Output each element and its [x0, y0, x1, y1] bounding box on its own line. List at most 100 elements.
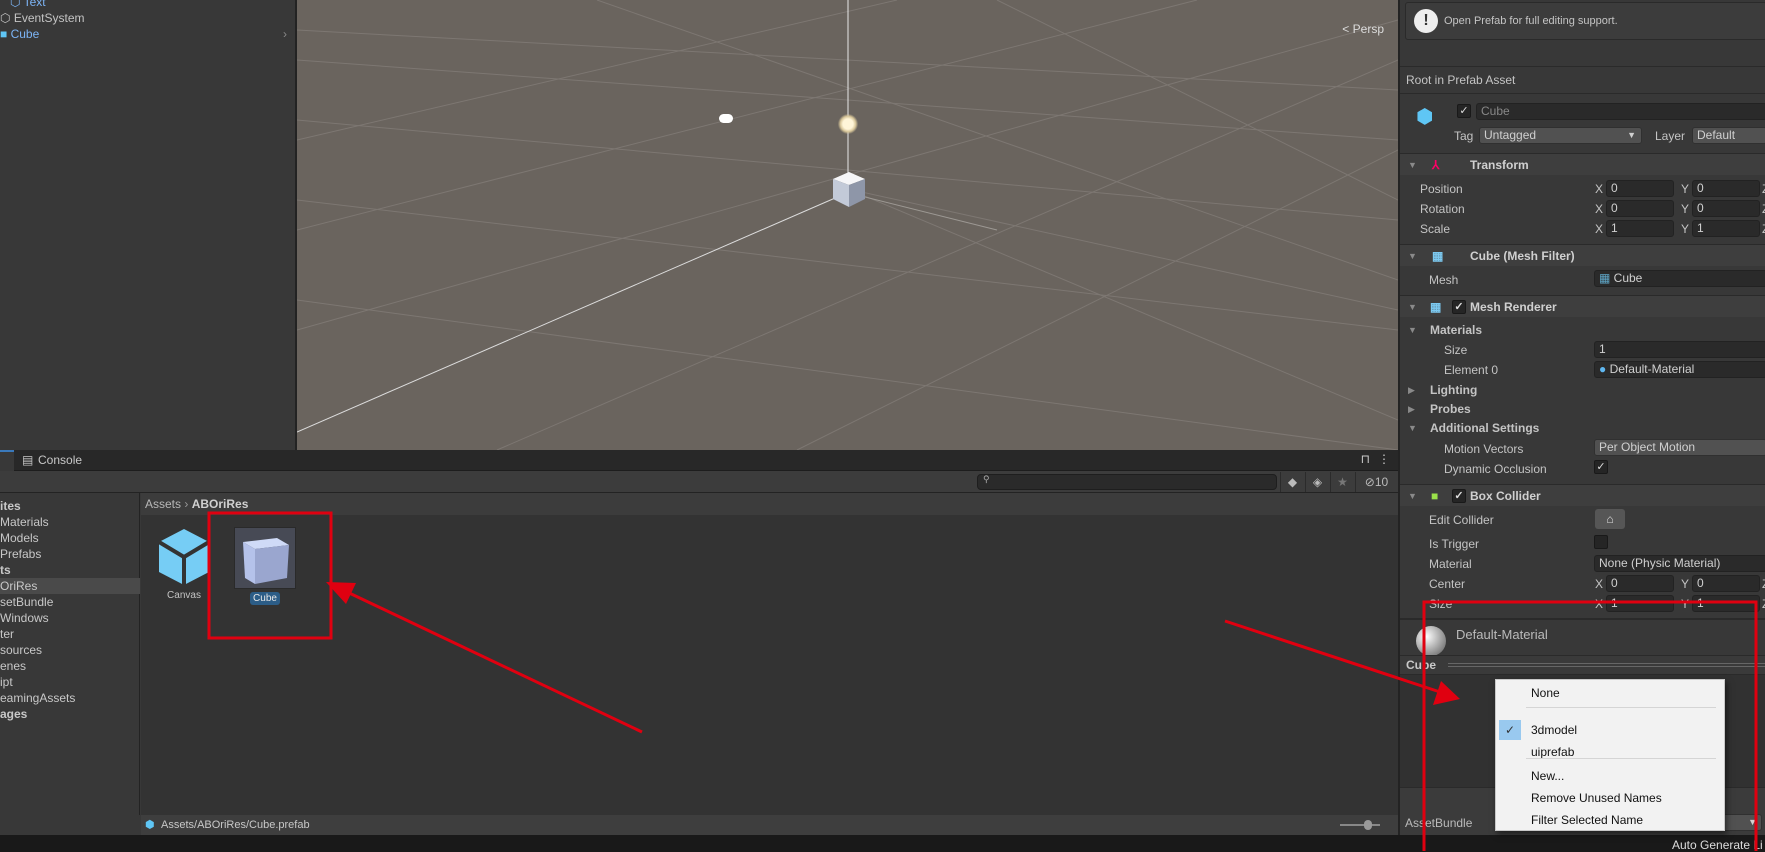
- project-folder-item[interactable]: ter: [0, 626, 140, 642]
- motion-vectors-dropdown[interactable]: Per Object Motion: [1594, 439, 1765, 456]
- project-folder-item[interactable]: enes: [0, 658, 140, 674]
- shapes-icon: ◆: [1287, 475, 1298, 489]
- box-collider-header[interactable]: ▼ ■ ✓ Box Collider: [1400, 484, 1765, 506]
- divider: [1400, 618, 1765, 620]
- more-options-icon[interactable]: ⋮: [1378, 452, 1390, 466]
- project-folder-item[interactable]: Models: [0, 530, 140, 546]
- lock-icon[interactable]: ⊓: [1361, 452, 1370, 466]
- layer-dropdown[interactable]: Default: [1692, 127, 1765, 144]
- project-folder-item[interactable]: OriRes: [0, 578, 140, 594]
- project-folder-item[interactable]: sources: [0, 642, 140, 658]
- breadcrumb-assets[interactable]: Assets: [145, 497, 181, 511]
- additional-settings-foldout[interactable]: Additional Settings: [1430, 421, 1539, 435]
- search-icon: ⚲: [983, 474, 990, 484]
- mesh-field[interactable]: ▦ Cube: [1594, 270, 1765, 287]
- project-panel: ▤ Console ⊓ ⋮ ⚲ ◆ ◈ ★ ⊘10 ites Materials Mo…: [0, 450, 1398, 835]
- project-toolbar: ⚲ ◆ ◈ ★ ⊘10: [0, 471, 1398, 493]
- projection-toggle[interactable]: < Persp: [1342, 22, 1384, 36]
- probes-foldout[interactable]: Probes: [1430, 402, 1471, 416]
- center-label: Center: [1429, 577, 1466, 591]
- position-y-field[interactable]: 0: [1692, 180, 1760, 197]
- chevron-right-icon[interactable]: ›: [283, 26, 287, 42]
- prefab-cube-icon[interactable]: ⬢: [1416, 104, 1433, 129]
- materials-size-field[interactable]: 1: [1594, 341, 1765, 358]
- size-x-field[interactable]: 1: [1606, 595, 1674, 612]
- is-trigger-checkbox[interactable]: [1594, 535, 1608, 549]
- menu-item-new[interactable]: New...: [1531, 766, 1564, 786]
- hidden-packages-button[interactable]: ⊘10: [1355, 472, 1397, 492]
- icon-size-slider[interactable]: [1340, 820, 1380, 830]
- x-label: X: [1595, 222, 1604, 236]
- console-icon: ▤: [22, 453, 34, 467]
- search-input[interactable]: ⚲: [977, 474, 1277, 490]
- project-folder-item[interactable]: setBundle: [0, 594, 140, 610]
- motion-vectors-label: Motion Vectors: [1444, 442, 1524, 456]
- box-collider-enabled-checkbox[interactable]: ✓: [1452, 489, 1466, 503]
- material-preview-title[interactable]: Default-Material: [1456, 627, 1548, 642]
- project-folder-item[interactable]: ts: [0, 562, 140, 578]
- menu-item-filter-selected-name[interactable]: Filter Selected Name: [1531, 810, 1643, 830]
- rotation-x-field[interactable]: 0: [1606, 200, 1674, 217]
- project-folder-item[interactable]: ipt: [0, 674, 140, 690]
- mesh-renderer-header[interactable]: ▼ ▦ ✓ Mesh Renderer: [1400, 295, 1765, 317]
- size-y-field[interactable]: 1: [1692, 595, 1760, 612]
- hierarchy-item-text[interactable]: ⬡ Text: [10, 0, 46, 10]
- cube-object[interactable]: [832, 172, 866, 208]
- project-folder-item[interactable]: Materials: [0, 514, 140, 530]
- prefab-root-label: Root in Prefab Asset: [1400, 66, 1765, 94]
- scene-view[interactable]: < Persp: [297, 0, 1398, 450]
- menu-item-uiprefab[interactable]: uiprefab: [1531, 742, 1574, 762]
- hierarchy-item-cube[interactable]: ■ Cube ›: [0, 26, 295, 42]
- center-y-field[interactable]: 0: [1692, 575, 1760, 592]
- collider-material-label: Material: [1429, 557, 1472, 571]
- cube-thumbnail: [234, 527, 296, 589]
- box-collider-icon: ■: [1431, 489, 1439, 503]
- asset-canvas[interactable]: Canvas: [144, 527, 224, 601]
- rotation-y-field[interactable]: 0: [1692, 200, 1760, 217]
- project-folder-item[interactable]: ites: [0, 498, 140, 514]
- project-folder-item[interactable]: eamingAssets: [0, 690, 140, 706]
- menu-item-remove-unused-names[interactable]: Remove Unused Names: [1531, 788, 1662, 808]
- active-checkbox[interactable]: ✓: [1457, 104, 1471, 118]
- materials-foldout[interactable]: Materials: [1430, 323, 1482, 337]
- project-sidebar: ites Materials Models Prefabs ts OriRes setBun…: [0, 493, 140, 815]
- tab-console[interactable]: ▤ Console: [18, 450, 82, 471]
- x-label: X: [1595, 202, 1604, 216]
- breadcrumb-aborires[interactable]: ABOriRes: [192, 497, 249, 511]
- filter-by-type-button[interactable]: ◆: [1280, 472, 1304, 492]
- preview-drag-handle[interactable]: [1448, 663, 1765, 667]
- project-folder-item[interactable]: Windows: [0, 610, 140, 626]
- filter-by-label-button[interactable]: ◈: [1305, 472, 1329, 492]
- preview-header[interactable]: Cube: [1400, 655, 1765, 675]
- project-folder-item[interactable]: Prefabs: [0, 546, 140, 562]
- tag-dropdown[interactable]: Untagged ▼: [1479, 127, 1642, 144]
- slider-thumb[interactable]: [1364, 820, 1372, 830]
- hierarchy-item-eventsystem[interactable]: ⬡ EventSystem: [0, 10, 85, 26]
- scale-y-field[interactable]: 1: [1692, 220, 1760, 237]
- position-x-field[interactable]: 0: [1606, 180, 1674, 197]
- scale-x-field[interactable]: 1: [1606, 220, 1674, 237]
- material-element-field[interactable]: ● Default-Material: [1594, 361, 1765, 378]
- camera-gizmo-icon[interactable]: [719, 114, 733, 123]
- edit-collider-button[interactable]: ⌂: [1595, 509, 1625, 529]
- sun-light-icon[interactable]: [836, 112, 860, 136]
- tab-project[interactable]: [0, 450, 14, 471]
- project-folder-item[interactable]: ages: [0, 706, 140, 722]
- element-0-label: Element 0: [1444, 363, 1499, 377]
- panel-tab-bar: ▤ Console ⊓ ⋮: [0, 450, 1398, 471]
- mesh-renderer-enabled-checkbox[interactable]: ✓: [1452, 300, 1466, 314]
- menu-item-none[interactable]: None: [1531, 683, 1560, 703]
- name-field[interactable]: Cube: [1476, 103, 1765, 120]
- menu-item-3dmodel[interactable]: 3dmodel: [1531, 720, 1577, 740]
- transform-header[interactable]: ▼ ⅄ Transform: [1400, 153, 1765, 175]
- auto-generate-lighting-label[interactable]: Auto Generate Li: [1672, 838, 1763, 852]
- physic-material-field[interactable]: None (Physic Material): [1594, 555, 1765, 572]
- transform-position-label: Position: [1420, 182, 1463, 196]
- dynamic-occlusion-checkbox[interactable]: ✓: [1594, 460, 1608, 474]
- notice-box: ! Open Prefab for full editing support.: [1405, 2, 1765, 40]
- lighting-foldout[interactable]: Lighting: [1430, 383, 1477, 397]
- favorites-button[interactable]: ★: [1330, 472, 1354, 492]
- center-x-field[interactable]: 0: [1606, 575, 1674, 592]
- asset-cube[interactable]: Cube: [225, 527, 305, 605]
- mesh-filter-header[interactable]: ▼ ▦ Cube (Mesh Filter): [1400, 244, 1765, 266]
